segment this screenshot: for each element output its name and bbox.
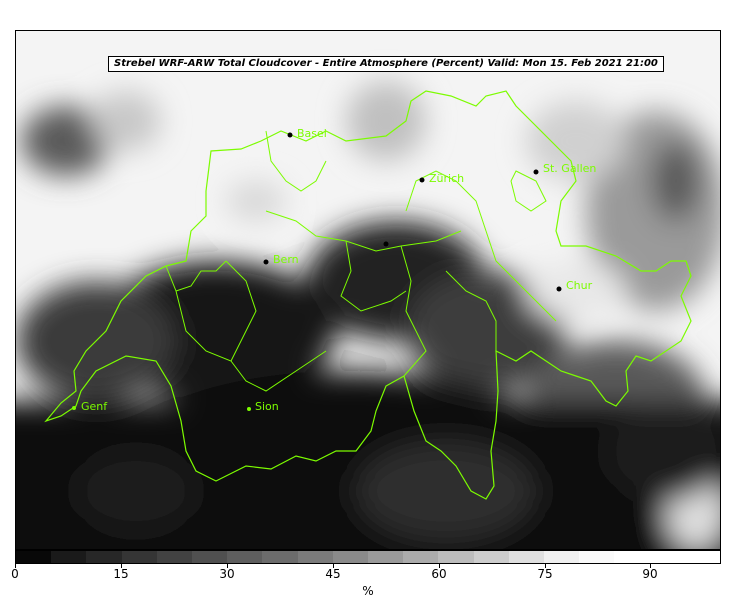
city-dot-icon (533, 169, 539, 175)
colorbar-swatch (579, 551, 615, 563)
cloudcover-field: Basel Zürich St. Gallen Bern Chur Genf S… (16, 31, 720, 549)
colorbar-swatch (86, 551, 122, 563)
city-dot-icon (72, 406, 76, 410)
colorbar-swatch (438, 551, 474, 563)
colorbar-swatch (16, 551, 52, 563)
city-luzern (383, 241, 389, 247)
colorbar-swatch (297, 551, 333, 563)
colorbar-swatch (508, 551, 545, 563)
city-dot-icon (263, 259, 269, 265)
map-title: Strebel WRF-ARW Total Cloudcover - Entir… (108, 56, 664, 72)
colorbar-swatch (156, 551, 193, 563)
city-label: Bern (273, 253, 299, 266)
city-dot-icon (556, 286, 562, 292)
city-label: Chur (566, 279, 593, 292)
cloudcover-map: Basel Zürich St. Gallen Bern Chur Genf S… (15, 30, 721, 550)
colorbar-swatch (262, 551, 298, 563)
city-label: Genf (81, 400, 108, 413)
colorbar-swatch (51, 551, 87, 563)
colorbar-tick-label: 75 (537, 567, 553, 581)
colorbar-swatch (121, 551, 157, 563)
colorbar-tick-label: 0 (11, 567, 19, 581)
city-label: Basel (297, 127, 327, 140)
colorbar-tick-label: 90 (642, 567, 658, 581)
colorbar-swatch (368, 551, 404, 563)
colorbar (15, 550, 721, 564)
colorbar-swatch (684, 551, 721, 563)
city-dot-icon (287, 132, 293, 138)
city-label: Zürich (429, 172, 464, 185)
colorbar-tick-label: 15 (113, 567, 129, 581)
colorbar-swatch (614, 551, 650, 563)
colorbar-swatch (227, 551, 263, 563)
city-st-gallen: St. Gallen (533, 162, 596, 175)
colorbar-swatch (403, 551, 439, 563)
colorbar-tick-label: 30 (219, 567, 235, 581)
colorbar-unit-label: % (362, 584, 374, 598)
colorbar-tick-label: 60 (431, 567, 447, 581)
colorbar-swatch (332, 551, 369, 563)
colorbar-swatch (544, 551, 580, 563)
colorbar-swatch (473, 551, 509, 563)
colorbar-tick-label: 45 (325, 567, 341, 581)
city-dot-icon (247, 407, 251, 411)
city-dot-icon (383, 241, 389, 247)
city-label: Sion (255, 400, 279, 413)
city-label: St. Gallen (543, 162, 596, 175)
colorbar-swatch (649, 551, 685, 563)
city-dot-icon (419, 177, 425, 183)
colorbar-swatch (192, 551, 228, 563)
